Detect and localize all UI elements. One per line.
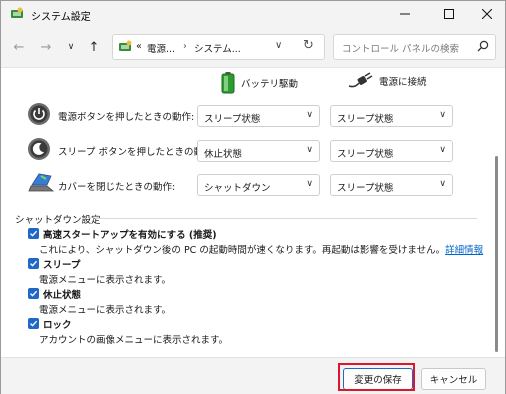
lock-label[interactable]: ロック [43,317,72,331]
sleep-checkbox[interactable] [28,258,39,269]
refresh-icon[interactable]: ↻ [303,38,314,53]
recent-locations-button[interactable]: ∨ [63,39,79,55]
close-icon [482,9,492,19]
footer-bar: 変更の保存 キャンセル [1,357,505,394]
breadcrumb-power-options[interactable]: 電源... [147,41,175,55]
arrow-right-icon: → [40,39,52,55]
forward-button[interactable]: → [38,39,54,55]
arrow-up-icon: ↑ [88,39,100,55]
power-button-plugged-select[interactable]: スリープ状態 ∨ [330,105,453,127]
chevron-down-icon: ∨ [439,110,446,120]
power-button-action-label: 電源ボタンを押したときの動作: [58,112,195,123]
sleep-button-icon [28,138,50,160]
title-bar: システム設定 [1,1,505,27]
back-button[interactable]: ← [11,39,27,55]
minimize-icon [400,13,410,15]
plugged-column-label: 電源に接続 [379,77,427,88]
chevron-down-icon: ∨ [67,42,75,52]
minimize-button[interactable] [385,1,425,27]
window-title: システム設定 [31,12,91,23]
chevron-down-icon: ∨ [439,179,446,189]
battery-column-label: バッテリ駆動 [241,79,299,90]
navigation-bar: ← → ∨ ↑ « 電源... › システム... ∨ ↻ コントロール パネル… [1,27,505,67]
system-settings-window: システム設定 ← → ∨ ↑ « 電源... › システム... ∨ ↻ コント… [0,0,506,394]
section-divider [95,218,477,219]
save-button-highlight [338,363,415,391]
chevron-down-icon: ∨ [306,179,313,189]
checkmark-icon [30,230,38,237]
lid-close-action-label: カバーを閉じたときの動作: [58,182,176,193]
shutdown-settings-heading: シャットダウン設定 [15,215,101,226]
plugged-column-header: 電源に接続 [347,72,427,90]
breadcrumb-separator-icon: › [183,41,187,52]
address-dropdown-icon[interactable]: ∨ [275,40,282,51]
sleep-description: 電源メニューに表示されます。 [39,275,172,286]
search-input[interactable]: コントロール パネルの検索 [342,41,459,55]
maximize-icon [444,9,454,19]
search-icon[interactable] [476,39,490,53]
vertical-scrollbar[interactable] [495,72,498,352]
fast-startup-label[interactable]: 高速スタートアップを有効にする (推奨) [43,227,217,241]
battery-icon [221,72,235,94]
power-button-battery-select[interactable]: スリープ状態 ∨ [197,105,320,127]
maximize-button[interactable] [429,1,469,27]
scrollbar-thumb[interactable] [495,156,498,352]
lock-checkbox[interactable] [28,318,39,329]
chevron-down-icon: ∨ [306,110,313,120]
hibernate-checkbox[interactable] [28,288,39,299]
sleep-button-battery-select[interactable]: 休止状態 ∨ [197,140,320,162]
checkmark-icon [30,290,38,297]
breadcrumb-system-settings[interactable]: システム... [194,41,241,55]
battery-column-header: バッテリ駆動 [221,72,298,94]
checkmark-icon [30,320,38,327]
lid-close-battery-select[interactable]: シャットダウン ∨ [197,174,320,196]
more-info-link[interactable]: 詳細情報 [445,245,483,256]
power-button-icon [28,103,50,125]
chevron-down-icon: ∨ [439,145,446,155]
close-button[interactable] [467,1,506,27]
lock-description: アカウントの画像メニューに表示されます。 [39,335,229,346]
arrow-left-icon: ← [13,39,25,55]
lid-close-plugged-select[interactable]: スリープ状態 ∨ [330,174,453,196]
sleep-label[interactable]: スリープ [43,257,80,271]
checkmark-icon [30,260,38,267]
breadcrumb-overflow[interactable]: « [136,41,142,52]
laptop-lid-icon [28,173,55,192]
sleep-button-action-label: スリープ ボタンを押したときの動作: [58,147,216,158]
hibernate-description: 電源メニューに表示されます。 [39,305,172,316]
up-button[interactable]: ↑ [86,39,102,55]
search-box[interactable]: コントロール パネルの検索 [333,34,496,60]
chevron-down-icon: ∨ [306,145,313,155]
address-bar[interactable]: « 電源... › システム... ∨ ↻ [112,34,325,60]
fast-startup-checkbox[interactable] [28,228,39,239]
control-panel-icon [119,40,132,51]
control-panel-icon [11,7,23,18]
content-area: バッテリ駆動 電源に接続 電源ボタンを押したときの動作: スリープ状態 ∨ スリ… [1,67,505,358]
hibernate-label[interactable]: 休止状態 [43,287,81,301]
power-plug-icon [348,72,373,88]
fast-startup-description: これにより、シャットダウン後の PC の起動時間が速くなります。再起動は影響を受… [39,245,484,256]
sleep-button-plugged-select[interactable]: スリープ状態 ∨ [330,140,453,162]
cancel-button[interactable]: キャンセル [421,368,486,390]
